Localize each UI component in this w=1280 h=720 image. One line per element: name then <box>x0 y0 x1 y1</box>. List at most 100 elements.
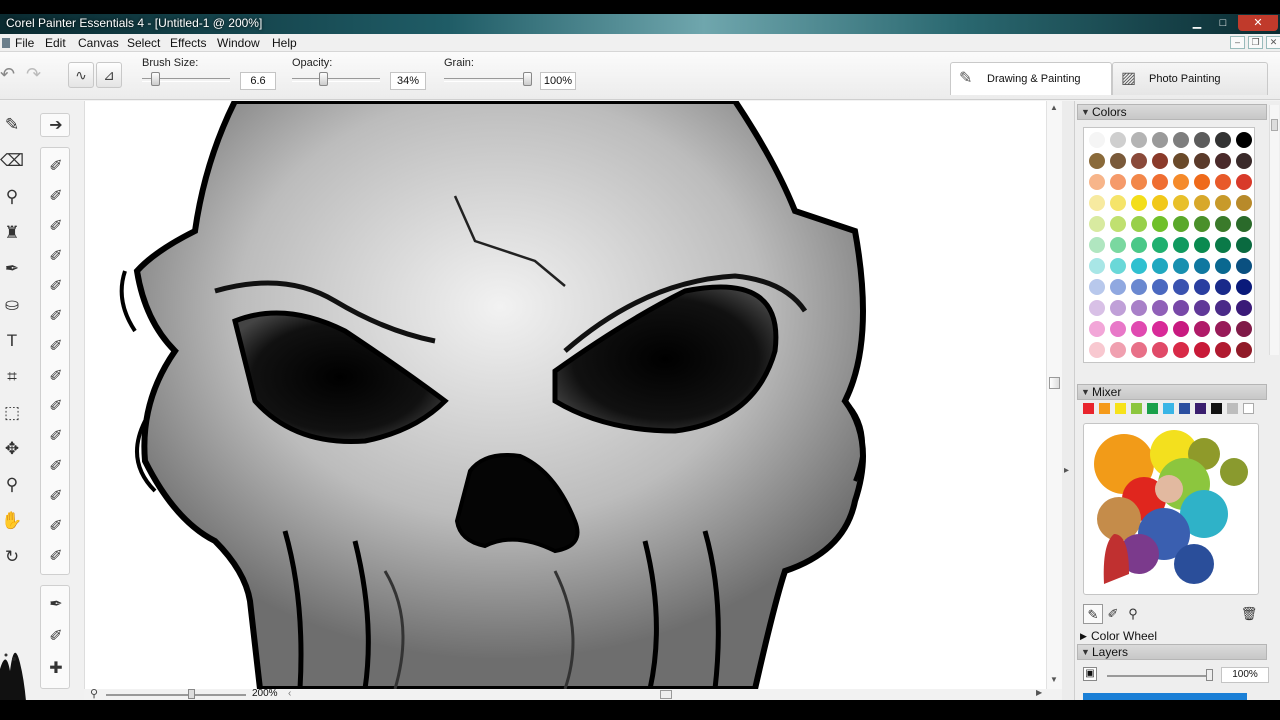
grain-thumb[interactable] <box>523 72 532 86</box>
color-swatch[interactable] <box>1131 195 1147 211</box>
grabber-tool-icon[interactable]: ✋ <box>0 507 24 535</box>
color-swatch[interactable] <box>1110 321 1126 337</box>
brush-variant-icon[interactable]: ✐ <box>43 544 69 570</box>
color-swatch[interactable] <box>1152 195 1168 211</box>
brush-variant-icon[interactable]: ✐ <box>43 244 69 270</box>
canvas-document[interactable] <box>85 101 1051 689</box>
magnifier-tool-icon[interactable]: ⚲ <box>0 471 24 499</box>
mixer-swatch[interactable] <box>1211 403 1222 414</box>
app-doc-icon[interactable] <box>2 38 10 48</box>
color-swatch[interactable] <box>1089 342 1105 358</box>
color-swatch[interactable] <box>1215 258 1231 274</box>
color-swatch[interactable] <box>1173 174 1189 190</box>
menu-canvas[interactable]: Canvas <box>75 35 122 51</box>
hscroll-right-arrow-icon[interactable]: ▶ <box>1036 688 1042 697</box>
menu-file[interactable]: File <box>12 35 37 51</box>
color-swatch[interactable] <box>1173 342 1189 358</box>
eraser-tool-icon[interactable]: ⌫ <box>0 147 24 175</box>
mixer-dropper-icon[interactable]: ✐ <box>1103 604 1123 624</box>
zoom-slider[interactable] <box>106 694 246 696</box>
doc-close-button[interactable]: ✕ <box>1266 36 1280 49</box>
scroll-thumb[interactable] <box>1049 377 1060 389</box>
color-wheel-panel-header[interactable]: ▶ Color Wheel <box>1077 628 1267 644</box>
color-swatch[interactable] <box>1089 300 1105 316</box>
color-swatch[interactable] <box>1152 321 1168 337</box>
color-swatch[interactable] <box>1131 153 1147 169</box>
color-swatch[interactable] <box>1194 321 1210 337</box>
color-swatch[interactable] <box>1131 258 1147 274</box>
color-swatch[interactable] <box>1215 195 1231 211</box>
doc-minimize-button[interactable]: – <box>1230 36 1245 49</box>
color-swatch[interactable] <box>1215 321 1231 337</box>
scroll-up-arrow-icon[interactable]: ▲ <box>1050 103 1058 112</box>
pen-tool-icon[interactable]: ✒ <box>0 255 24 283</box>
freehand-stroke-button[interactable]: ∿ <box>68 62 94 88</box>
color-swatch[interactable] <box>1089 258 1105 274</box>
canvas-vertical-scrollbar[interactable]: ▲ ▼ <box>1046 101 1062 689</box>
color-swatch[interactable] <box>1131 216 1147 232</box>
menu-window[interactable]: Window <box>214 35 263 51</box>
clone-stamp-tool-icon[interactable]: ♜ <box>0 219 24 247</box>
opacity-slider[interactable] <box>292 78 380 82</box>
color-swatch[interactable] <box>1152 300 1168 316</box>
color-swatch[interactable] <box>1110 237 1126 253</box>
menu-help[interactable]: Help <box>269 35 300 51</box>
color-swatch[interactable] <box>1215 237 1231 253</box>
color-swatch[interactable] <box>1173 153 1189 169</box>
brush-variant-icon[interactable]: ✐ <box>43 394 69 420</box>
brush-size-field[interactable]: 6.6 <box>240 72 276 90</box>
color-swatch[interactable] <box>1215 279 1231 295</box>
tab-drawing-painting[interactable]: ✎ Drawing & Painting <box>950 62 1112 95</box>
color-swatch[interactable] <box>1194 237 1210 253</box>
color-swatch[interactable] <box>1131 321 1147 337</box>
color-swatch[interactable] <box>1131 237 1147 253</box>
rotate-page-tool-icon[interactable]: ↻ <box>0 543 24 571</box>
color-swatch[interactable] <box>1110 132 1126 148</box>
layer-composite-icon[interactable]: ▣ <box>1083 667 1097 681</box>
layers-panel-header[interactable]: ▼ Layers <box>1077 644 1267 660</box>
color-swatch[interactable] <box>1236 300 1252 316</box>
text-tool-icon[interactable]: T <box>0 327 24 355</box>
mixer-sample-icon[interactable]: ⚲ <box>1123 604 1143 624</box>
color-swatch[interactable] <box>1194 216 1210 232</box>
color-swatch[interactable] <box>1173 216 1189 232</box>
opacity-thumb[interactable] <box>319 72 328 86</box>
dropper-brush-icon[interactable]: ✒ <box>43 592 69 618</box>
color-swatch[interactable] <box>1089 279 1105 295</box>
color-swatch[interactable] <box>1236 321 1252 337</box>
scroll-down-arrow-icon[interactable]: ▼ <box>1050 675 1058 684</box>
color-swatch[interactable] <box>1152 279 1168 295</box>
color-swatch[interactable] <box>1236 237 1252 253</box>
brush-variant-icon[interactable]: ✐ <box>43 454 69 480</box>
color-swatch[interactable] <box>1152 342 1168 358</box>
color-swatch[interactable] <box>1215 132 1231 148</box>
color-swatch[interactable] <box>1089 174 1105 190</box>
colors-scroll-thumb[interactable] <box>1271 119 1278 131</box>
hscroll-left-arrow-icon[interactable]: ‹ <box>288 688 291 699</box>
color-swatch[interactable] <box>1173 258 1189 274</box>
brush-size-thumb[interactable] <box>151 72 160 86</box>
mixer-swatch[interactable] <box>1243 403 1254 414</box>
color-swatch[interactable] <box>1194 132 1210 148</box>
color-swatch[interactable] <box>1236 216 1252 232</box>
brush-variant-icon[interactable]: ✐ <box>43 424 69 450</box>
brush-variant-icon[interactable]: ✐ <box>43 274 69 300</box>
brush-variant-icon[interactable]: ✐ <box>43 364 69 390</box>
color-swatch[interactable] <box>1131 174 1147 190</box>
maximize-button[interactable]: □ <box>1210 15 1236 31</box>
brush-variant-icon[interactable]: ✐ <box>43 484 69 510</box>
mixer-panel-header[interactable]: ▼ Mixer <box>1077 384 1267 400</box>
color-swatch[interactable] <box>1110 258 1126 274</box>
straight-line-stroke-button[interactable]: ⊿ <box>96 62 122 88</box>
color-swatch[interactable] <box>1173 279 1189 295</box>
color-swatch[interactable] <box>1131 132 1147 148</box>
color-swatch[interactable] <box>1215 342 1231 358</box>
color-swatch[interactable] <box>1194 342 1210 358</box>
color-swatch[interactable] <box>1173 132 1189 148</box>
mixer-swatch[interactable] <box>1115 403 1126 414</box>
color-swatch[interactable] <box>1152 132 1168 148</box>
color-swatch-grid[interactable] <box>1083 127 1255 363</box>
close-button[interactable]: ✕ <box>1238 15 1278 31</box>
layer-opacity-thumb[interactable] <box>1206 669 1213 681</box>
colors-panel-header[interactable]: ▼ Colors <box>1077 104 1267 120</box>
